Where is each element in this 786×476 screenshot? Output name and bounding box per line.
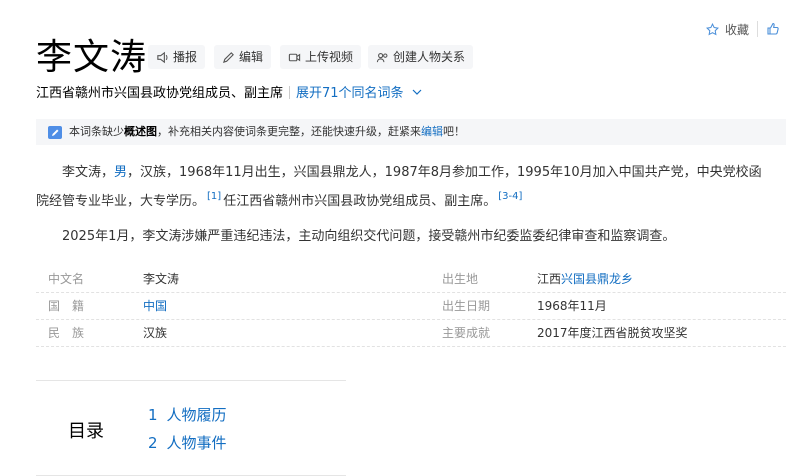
info-row: 民 族 汉族 主要成就 2017年度江西省脱贫攻坚奖 bbox=[36, 320, 786, 347]
people-icon bbox=[376, 52, 388, 62]
gender-link[interactable]: 男 bbox=[114, 165, 127, 180]
subtitle-row: 江西省赣州市兴国县政协党组成员、副主席 展开71个同名词条 bbox=[36, 85, 422, 103]
info-value-birthplace: 江西兴国县鼎龙乡 bbox=[537, 266, 633, 292]
video-icon bbox=[288, 53, 301, 61]
birthplace-link[interactable]: 兴国县鼎龙乡 bbox=[561, 272, 633, 286]
subtitle-divider bbox=[289, 86, 291, 99]
speaker-icon bbox=[157, 51, 168, 63]
broadcast-button[interactable]: 播报 bbox=[148, 45, 206, 69]
nationality-link[interactable]: 中国 bbox=[143, 293, 167, 319]
toc-heading: 目录 bbox=[68, 421, 104, 442]
info-label: 出生日期 bbox=[442, 299, 491, 313]
notice-bold: 概述图 bbox=[124, 125, 157, 138]
intro-paragraph-1: 李文涛，男，汉族，1968年11月出生，兴国县鼎龙人，1987年8月参加工作，1… bbox=[36, 161, 786, 185]
edit-notice-icon bbox=[48, 126, 62, 139]
info-value: 汉族 bbox=[143, 326, 168, 340]
intro-text: ，汉族，1968年11月出生，兴国县鼎龙人，1987年8月参加工作，1995年1… bbox=[127, 165, 762, 180]
toolbar-divider bbox=[757, 21, 758, 37]
info-value: 江西 bbox=[537, 272, 562, 286]
subtitle-text: 江西省赣州市兴国县政协党组成员、副主席 bbox=[36, 86, 284, 101]
info-label: 主要成就 bbox=[442, 326, 491, 340]
broadcast-label: 播报 bbox=[173, 50, 198, 64]
info-value: 李文涛 bbox=[143, 272, 180, 286]
favorite-button[interactable]: 收藏 bbox=[725, 21, 749, 38]
reference-link[interactable]: [1] bbox=[207, 191, 221, 202]
info-row: 国 籍 中国 出生日期 1968年11月 bbox=[36, 293, 786, 320]
pencil-icon bbox=[222, 51, 234, 63]
info-label: 国 籍 bbox=[48, 299, 85, 313]
create-relation-button[interactable]: 创建人物关系 bbox=[368, 45, 474, 69]
intro-text: 任江西省赣州市兴国县政协党组成员、副主席。 bbox=[223, 194, 497, 209]
upload-video-label: 上传视频 bbox=[305, 50, 354, 64]
info-label: 出生地 bbox=[442, 272, 479, 286]
toc-item-label: 人物履历 bbox=[166, 406, 227, 424]
expand-homonyms-link[interactable]: 展开71个同名词条 bbox=[296, 86, 404, 101]
notice-edit-link[interactable]: 编辑 bbox=[421, 125, 443, 138]
info-value: 1968年11月 bbox=[537, 299, 607, 313]
intro-paragraph-2: 2025年1月，李文涛涉嫌严重违纪违法，主动向组织交代问题，接受赣州市纪委监委纪… bbox=[62, 229, 676, 244]
table-of-contents: 目录 1 人物履历 2 人物事件 bbox=[36, 380, 346, 476]
intro-paragraph-1-cont: 院经管专业毕业，大专学历。 [1] 任江西省赣州市兴国县政协党组成员、副主席。 [3-… bbox=[36, 185, 786, 214]
create-relation-label: 创建人物关系 bbox=[393, 50, 466, 64]
info-value: 2017年度江西省脱贫攻坚奖 bbox=[537, 326, 688, 340]
toc-item[interactable]: 1 人物履历 bbox=[148, 401, 227, 429]
page-title: 李文涛 bbox=[36, 37, 148, 78]
top-toolbar: 收藏 bbox=[705, 18, 786, 40]
toc-item-number: 2 bbox=[148, 434, 158, 452]
missing-image-notice: 本词条缺少概述图，补充相关内容使词条更完整，还能快速升级，赶紧来编辑吧！ bbox=[36, 119, 786, 145]
notice-suffix: 吧！ bbox=[443, 125, 465, 138]
reference-link[interactable]: [3-4] bbox=[498, 191, 522, 202]
edit-button[interactable]: 编辑 bbox=[214, 45, 272, 69]
toc-item[interactable]: 2 人物事件 bbox=[148, 429, 227, 457]
chevron-down-icon[interactable] bbox=[412, 88, 422, 96]
notice-middle: ，补充相关内容使词条更完整，还能快速升级，赶紧来 bbox=[157, 125, 421, 138]
notice-prefix: 本词条缺少 bbox=[69, 125, 124, 138]
intro-text: 李文涛， bbox=[62, 165, 115, 180]
info-label: 民 族 bbox=[48, 326, 85, 340]
intro-text: 院经管专业毕业，大专学历。 bbox=[36, 194, 206, 209]
thumbs-up-icon[interactable] bbox=[766, 22, 780, 36]
toc-item-number: 1 bbox=[148, 406, 158, 424]
info-label: 中文名 bbox=[48, 272, 85, 286]
toc-item-label: 人物事件 bbox=[166, 434, 227, 452]
upload-video-button[interactable]: 上传视频 bbox=[280, 45, 362, 69]
star-icon[interactable] bbox=[705, 22, 719, 36]
edit-label: 编辑 bbox=[239, 50, 264, 64]
info-row: 中文名 李文涛 出生地 江西兴国县鼎龙乡 bbox=[36, 266, 786, 293]
